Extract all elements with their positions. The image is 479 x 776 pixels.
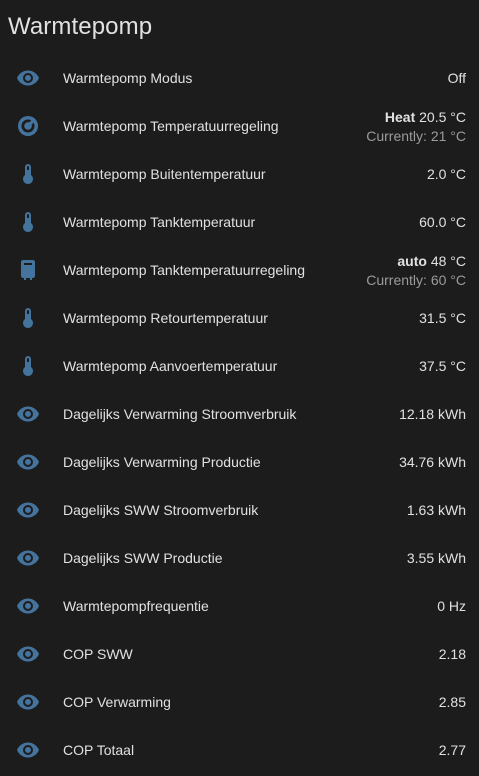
- entity-row-warmtepomp-retourtemperatuur[interactable]: Warmtepomp Retourtemperatuur 31.5 °C: [0, 294, 479, 342]
- entity-name: Dagelijks Verwarming Productie: [63, 454, 261, 470]
- water-heater-state: auto 48 °C Currently: 60 °C: [366, 253, 466, 288]
- eye-icon: [8, 442, 48, 482]
- entity-name: Dagelijks SWW Stroomverbruik: [63, 502, 259, 518]
- entity-row-cop-verwarming[interactable]: COP Verwarming 2.85: [0, 678, 479, 726]
- entity-name: COP Verwarming: [63, 694, 171, 710]
- entities-card: Warmtepomp Warmtepomp Modus Off Warmtepo…: [0, 0, 479, 776]
- operation-mode: auto: [397, 252, 427, 269]
- entity-name: COP SWW: [63, 646, 133, 662]
- card-title: Warmtepomp: [8, 13, 153, 40]
- entity-row-warmtepomp-modus[interactable]: Warmtepomp Modus Off: [0, 54, 479, 102]
- entity-state: 31.5 °C: [419, 310, 466, 326]
- entity-state: 2.18: [438, 646, 466, 662]
- target-temperature: 20.5 °C: [419, 108, 466, 125]
- entity-row-dagelijks-verwarming-stroomverbruik[interactable]: Dagelijks Verwarming Stroomverbruik 12.1…: [0, 390, 479, 438]
- entity-row-warmtepompfrequentie[interactable]: Warmtepompfrequentie 0 Hz: [0, 582, 479, 630]
- target-temperature: 48 °C: [430, 252, 466, 269]
- entity-state: 37.5 °C: [419, 358, 466, 374]
- eye-icon: [8, 394, 48, 434]
- thermometer-icon: [8, 202, 48, 242]
- eye-icon: [8, 682, 48, 722]
- entity-row-warmtepomp-tanktemperatuur[interactable]: Warmtepomp Tanktemperatuur 60.0 °C: [0, 198, 479, 246]
- entity-state: 2.0 °C: [426, 166, 466, 182]
- entity-name: Dagelijks Verwarming Stroomverbruik: [63, 406, 297, 422]
- eye-icon: [8, 634, 48, 674]
- entity-row-warmtepomp-tanktemperatuurregeling[interactable]: Warmtepomp Tanktemperatuurregeling auto …: [0, 246, 479, 294]
- entity-state: Off: [447, 70, 466, 86]
- eye-icon: [8, 730, 48, 770]
- entity-state: 2.85: [438, 694, 466, 710]
- thermometer-icon: [8, 346, 48, 386]
- eye-icon: [8, 58, 48, 98]
- entity-row-cop-totaal[interactable]: COP Totaal 2.77: [0, 726, 479, 774]
- eye-icon: [8, 538, 48, 578]
- eye-icon: [8, 490, 48, 530]
- thermometer-icon: [8, 154, 48, 194]
- entity-state: 12.18 kWh: [399, 406, 466, 422]
- entity-state: 0 Hz: [437, 598, 466, 614]
- entity-row-dagelijks-sww-productie[interactable]: Dagelijks SWW Productie 3.55 kWh: [0, 534, 479, 582]
- entity-state: 1.63 kWh: [406, 502, 466, 518]
- entity-row-warmtepomp-buitentemperatuur[interactable]: Warmtepomp Buitentemperatuur 2.0 °C: [0, 150, 479, 198]
- entity-name: Warmtepomp Tanktemperatuurregeling: [63, 262, 306, 278]
- entity-list: Warmtepomp Modus Off Warmtepomp Temperat…: [0, 54, 479, 774]
- entity-name: Warmtepomp Aanvoertemperatuur: [63, 358, 278, 374]
- entity-row-dagelijks-verwarming-productie[interactable]: Dagelijks Verwarming Productie 34.76 kWh: [0, 438, 479, 486]
- eye-icon: [8, 586, 48, 626]
- entity-name: Warmtepomp Tanktemperatuur: [63, 214, 256, 230]
- thermostat-dial-icon: [8, 106, 48, 146]
- entity-name: Dagelijks SWW Productie: [63, 550, 223, 566]
- water-boiler-icon: [8, 250, 48, 290]
- thermometer-icon: [8, 298, 48, 338]
- entity-name: Warmtepomp Buitentemperatuur: [63, 166, 266, 182]
- entity-state: 34.76 kWh: [399, 454, 466, 470]
- entity-name: Warmtepompfrequentie: [63, 598, 209, 614]
- climate-state: Heat 20.5 °C Currently: 21 °C: [366, 109, 466, 144]
- hvac-mode: Heat: [384, 108, 416, 125]
- entity-state: 60.0 °C: [419, 214, 466, 230]
- current-temperature: Currently: 60 °C: [366, 271, 466, 288]
- entity-state: 2.77: [438, 742, 466, 758]
- entity-row-warmtepomp-aanvoertemperatuur[interactable]: Warmtepomp Aanvoertemperatuur 37.5 °C: [0, 342, 479, 390]
- entity-state: 3.55 kWh: [406, 550, 466, 566]
- entity-name: Warmtepomp Temperatuurregeling: [63, 118, 279, 134]
- entity-row-warmtepomp-temperatuurregeling[interactable]: Warmtepomp Temperatuurregeling Heat 20.5…: [0, 102, 479, 150]
- entity-name: Warmtepomp Modus: [63, 70, 193, 86]
- entity-name: COP Totaal: [63, 742, 135, 758]
- entity-name: Warmtepomp Retourtemperatuur: [63, 310, 268, 326]
- entity-row-cop-sww[interactable]: COP SWW 2.18: [0, 630, 479, 678]
- current-temperature: Currently: 21 °C: [366, 127, 466, 144]
- entity-row-dagelijks-sww-stroomverbruik[interactable]: Dagelijks SWW Stroomverbruik 1.63 kWh: [0, 486, 479, 534]
